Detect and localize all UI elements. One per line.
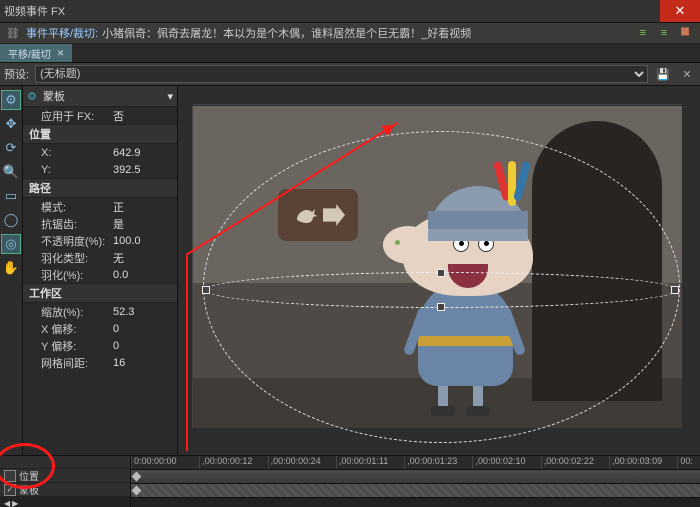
- preset-row: 预设: (无标题) 💾 ✕: [0, 63, 700, 86]
- timeline-tracks[interactable]: 0:00:00:00 ,00:00:00:12 ,00:00:00:24 ,00…: [131, 456, 700, 507]
- titlebar: 视频事件 FX ✕: [0, 0, 700, 23]
- lane-position[interactable]: 位置: [0, 469, 130, 483]
- timecode-tick: ,00:00:02:10: [472, 456, 540, 469]
- close-icon: ✕: [675, 3, 686, 19]
- tab-label: 平移/裁切: [8, 46, 51, 61]
- section-position[interactable]: 位置: [23, 124, 177, 144]
- tool-rotate[interactable]: ⟳: [1, 138, 21, 158]
- timeline-scrollbar[interactable]: [131, 498, 700, 507]
- timecode-tick: ,00:00:01:11: [336, 456, 404, 469]
- mask-handle[interactable]: [202, 286, 210, 294]
- char-boot: [466, 406, 490, 416]
- fx-tab-row: 平移/裁切 ✕: [0, 44, 700, 63]
- window-title: 视频事件 FX: [0, 3, 65, 19]
- char-body: [418, 281, 513, 386]
- tool-rect[interactable]: ▭: [1, 186, 21, 206]
- lane-playback: ◀ ▶: [0, 497, 130, 507]
- timeline-lane-header: 位置 ✓蒙板 ◀ ▶: [0, 456, 131, 507]
- track-position[interactable]: [131, 470, 700, 484]
- tool-move[interactable]: ✥: [1, 114, 21, 134]
- timecode-tick: ,00:00:03:09: [609, 456, 677, 469]
- panel-icon-2[interactable]: ≡: [655, 25, 673, 41]
- event-toolbar: ⛓ 事件平移/裁切: 小猪佩奇：佩奇去屠龙！本以为是个木偶，谁料居然是个巨无霸！…: [0, 23, 700, 44]
- section-path[interactable]: 路径: [23, 178, 177, 198]
- play-icon[interactable]: ▶: [12, 499, 18, 507]
- chain-icon[interactable]: ⛓: [4, 25, 22, 41]
- tool-target[interactable]: ◎: [1, 234, 21, 254]
- scene-sign: [278, 189, 358, 241]
- video-viewport[interactable]: [193, 106, 682, 428]
- feather-type-row[interactable]: 羽化类型:无: [23, 249, 177, 266]
- tool-gear[interactable]: ⚙: [1, 90, 21, 110]
- prev-icon[interactable]: ◀: [4, 499, 10, 507]
- section-workarea[interactable]: 工作区: [23, 283, 177, 303]
- timecode-tick: ,00:00:00:12: [199, 456, 267, 469]
- mode-row[interactable]: 模式:正: [23, 198, 177, 215]
- preset-label: 预设:: [4, 66, 29, 82]
- track-mask[interactable]: [131, 484, 700, 498]
- save-preset-icon[interactable]: 💾: [654, 66, 672, 82]
- property-panel: ⚙ 蒙板 ▾ 应用于 FX:否 位置 X:642.9 Y:392.5 路径 模式…: [23, 86, 178, 455]
- clip-name: 小猪佩奇：佩奇去屠龙！本以为是个木偶，谁料居然是个巨无霸！_好看视频: [102, 25, 471, 41]
- ruler-horizontal: [193, 86, 682, 105]
- scene-character: [393, 166, 538, 416]
- ruler-vertical: [178, 106, 193, 428]
- timecode-tick: ,00:00:01:23: [404, 456, 472, 469]
- event-label: 事件平移/裁切:: [26, 25, 98, 41]
- pos-x-row[interactable]: X:642.9: [23, 144, 177, 161]
- arrow-icon: [323, 204, 345, 226]
- nostril-icon: [395, 240, 400, 245]
- zoom-row[interactable]: 缩放(%):52.3: [23, 303, 177, 320]
- grid-row[interactable]: 网格间距:16: [23, 354, 177, 371]
- aa-row[interactable]: 抗锯齿:是: [23, 215, 177, 232]
- mask-handle[interactable]: [671, 286, 679, 294]
- timecode-tick: 00:: [677, 456, 700, 469]
- tool-zoom[interactable]: 🔍: [1, 162, 21, 182]
- preset-select[interactable]: (无标题): [35, 65, 648, 83]
- mask-header-label: 蒙板: [43, 88, 65, 104]
- dragon-icon: [291, 200, 321, 230]
- timecode-tick: ,00:00:02:22: [541, 456, 609, 469]
- yoff-row[interactable]: Y 偏移:0: [23, 337, 177, 354]
- char-belt: [418, 336, 513, 346]
- tool-ellipse[interactable]: ◯: [1, 210, 21, 230]
- keyframe-icon[interactable]: [132, 472, 142, 482]
- panel-icon-1[interactable]: ≡: [634, 25, 652, 41]
- tab-close-icon[interactable]: ✕: [57, 48, 65, 59]
- mask-handle[interactable]: [437, 269, 445, 277]
- opacity-row[interactable]: 不透明度(%):100.0: [23, 232, 177, 249]
- apply-fx-row[interactable]: 应用于 FX:否: [23, 107, 177, 124]
- char-boot: [431, 406, 455, 416]
- timecode-tick: ,00:00:00:24: [268, 456, 336, 469]
- mask-handle[interactable]: [437, 303, 445, 311]
- scene-arch: [532, 121, 662, 401]
- mask-header[interactable]: ⚙ 蒙板 ▾: [23, 86, 177, 107]
- feather-row[interactable]: 羽化(%):0.0: [23, 266, 177, 283]
- lane-checkbox[interactable]: [4, 470, 16, 482]
- tool-hand[interactable]: ✋: [1, 258, 21, 278]
- timecode-ruler[interactable]: 0:00:00:00 ,00:00:00:12 ,00:00:00:24 ,00…: [131, 456, 700, 470]
- close-button[interactable]: ✕: [660, 0, 700, 22]
- preset-menu-icon[interactable]: ✕: [678, 66, 696, 82]
- lane-checkbox[interactable]: ✓: [4, 484, 16, 496]
- tab-pan-crop[interactable]: 平移/裁切 ✕: [0, 44, 72, 62]
- char-plume: [498, 161, 533, 216]
- lane-mask[interactable]: ✓蒙板: [0, 483, 130, 497]
- pos-y-row[interactable]: Y:392.5: [23, 161, 177, 178]
- preview-canvas[interactable]: [178, 86, 700, 455]
- gear-icon: ⚙: [27, 90, 37, 103]
- dropdown-icon: ▾: [167, 90, 173, 103]
- keyframe-icon[interactable]: [132, 486, 142, 496]
- xoff-row[interactable]: X 偏移:0: [23, 320, 177, 337]
- keyframe-timeline: 位置 ✓蒙板 ◀ ▶ 0:00:00:00 ,00:00:00:12 ,00:0…: [0, 455, 700, 507]
- tool-rail: ⚙ ✥ ⟳ 🔍 ▭ ◯ ◎ ✋: [0, 86, 23, 455]
- panel-icon-3[interactable]: ⯀: [676, 25, 694, 41]
- timecode-tick: 0:00:00:00: [131, 456, 199, 469]
